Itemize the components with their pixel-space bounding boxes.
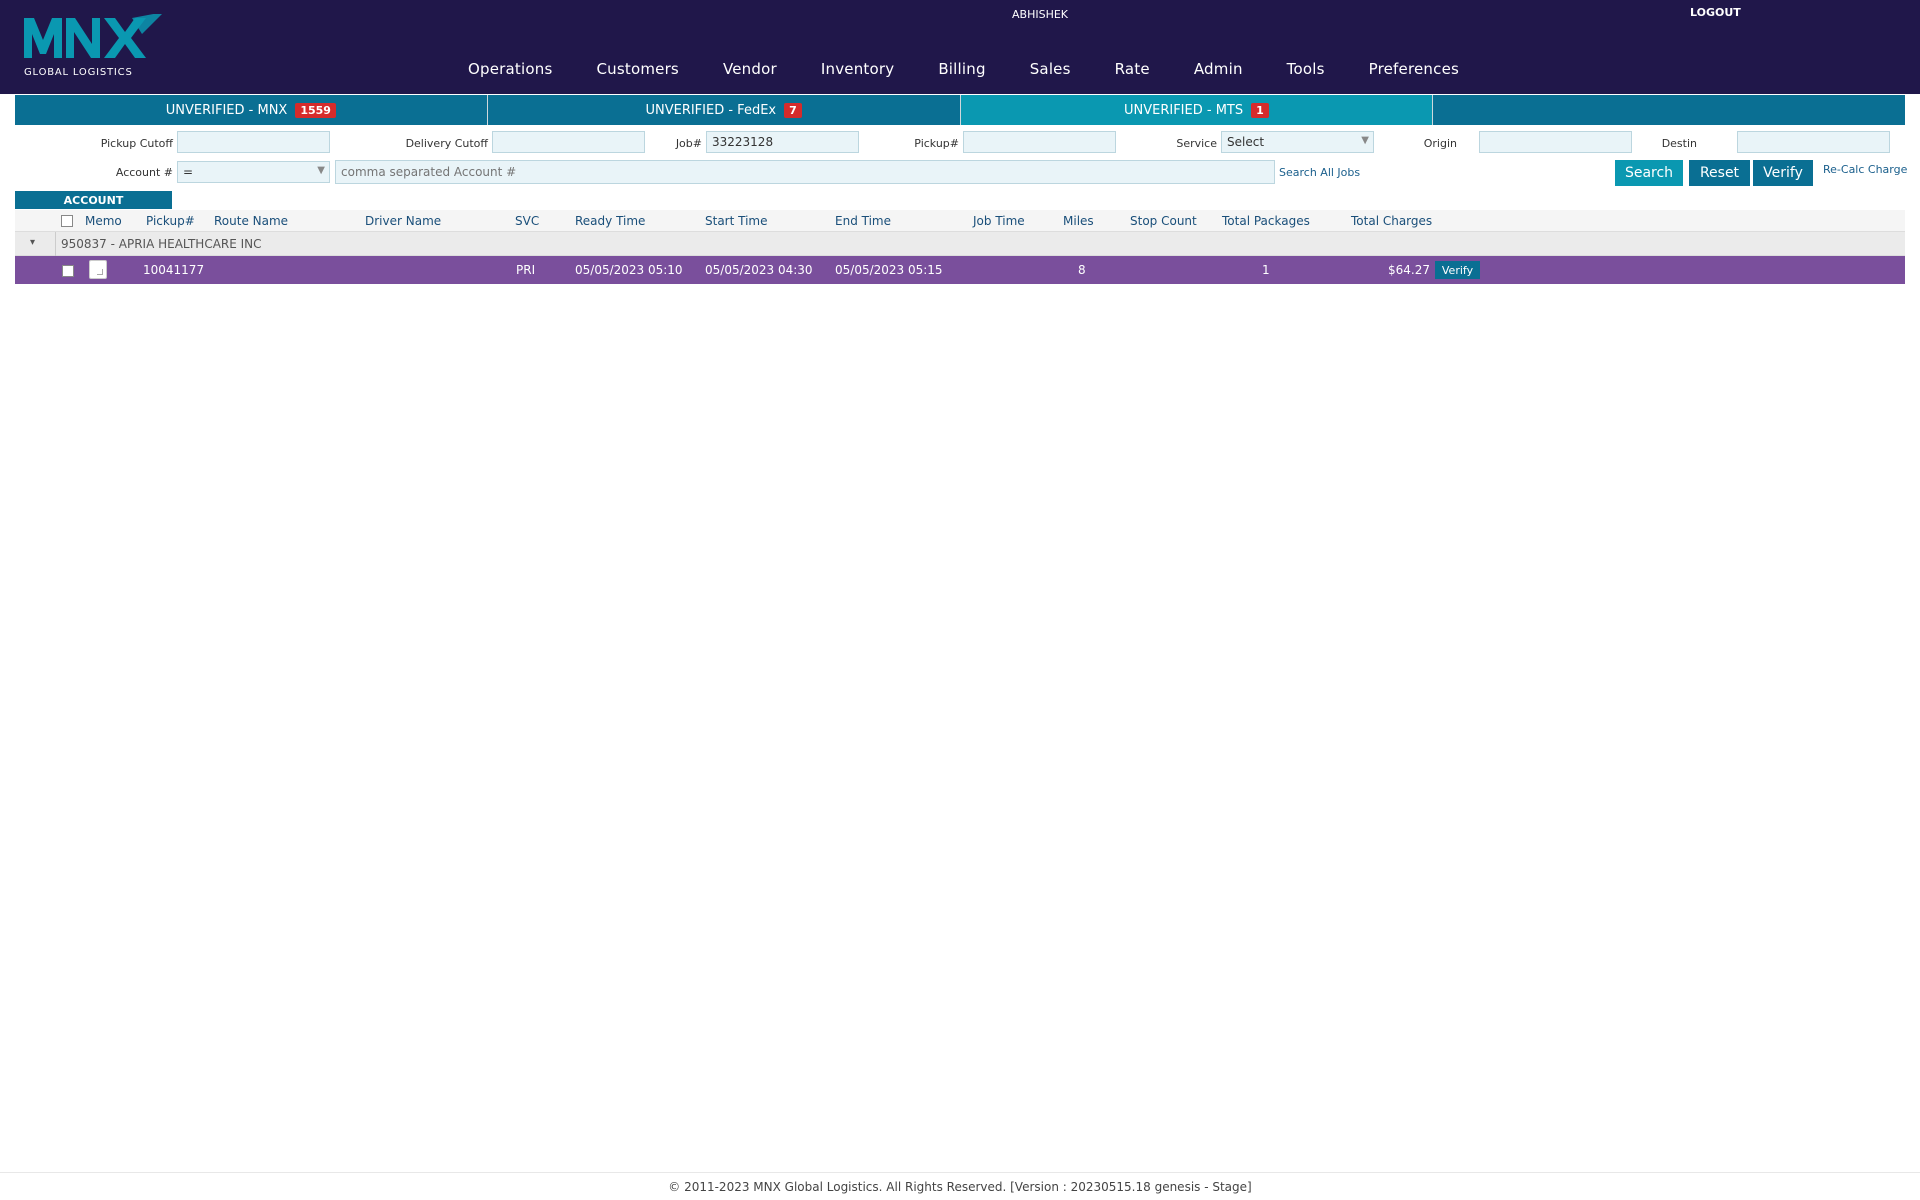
nav-preferences[interactable]: Preferences <box>1369 60 1459 78</box>
service-label: Service <box>1176 137 1217 150</box>
cell-miles: 8 <box>1078 263 1086 277</box>
col-end-time[interactable]: End Time <box>835 214 891 228</box>
grid-header: Memo Pickup# Route Name Driver Name SVC … <box>15 210 1905 232</box>
jobs-grid: Memo Pickup# Route Name Driver Name SVC … <box>15 210 1905 284</box>
footer-divider <box>0 1172 1920 1173</box>
footer-copyright: © 2011-2023 MNX Global Logistics. All Ri… <box>668 1180 1252 1194</box>
cell-total-packages: 1 <box>1262 263 1270 277</box>
col-memo[interactable]: Memo <box>85 214 122 228</box>
select-all-checkbox[interactable] <box>61 215 73 227</box>
service-select-value: Select <box>1227 135 1265 149</box>
cell-pickup: 10041177 <box>143 263 205 277</box>
account-group-row[interactable]: ▾ 950837 - APRIA HEALTHCARE INC <box>15 232 1905 256</box>
pickup-input[interactable] <box>963 131 1116 153</box>
nav-billing[interactable]: Billing <box>938 60 985 78</box>
col-total-charges[interactable]: Total Charges <box>1351 214 1432 228</box>
pickup-cutoff-input[interactable] <box>177 131 330 153</box>
cell-end-time: 05/05/2023 05:15 <box>835 263 943 277</box>
tab-unverified-mts[interactable]: UNVERIFIED - MTS 1 <box>960 95 1434 125</box>
col-stop-count[interactable]: Stop Count <box>1130 214 1197 228</box>
account-number-input[interactable] <box>335 160 1275 184</box>
nav-vendor[interactable]: Vendor <box>723 60 777 78</box>
logo-subtitle: GLOBAL LOGISTICS <box>24 67 133 78</box>
nav-inventory[interactable]: Inventory <box>821 60 894 78</box>
cell-total-charges: $64.27 <box>1388 263 1430 277</box>
destin-input[interactable] <box>1737 131 1890 153</box>
group-divider <box>55 232 56 256</box>
reset-button[interactable]: Reset <box>1689 160 1750 186</box>
col-miles[interactable]: Miles <box>1063 214 1094 228</box>
col-svc[interactable]: SVC <box>515 214 539 228</box>
col-ready-time[interactable]: Ready Time <box>575 214 645 228</box>
col-job-time[interactable]: Job Time <box>973 214 1025 228</box>
col-pickup[interactable]: Pickup# <box>146 214 195 228</box>
job-label: Job# <box>675 137 702 150</box>
delivery-cutoff-input[interactable] <box>492 131 645 153</box>
account-label: Account # <box>115 166 173 179</box>
tab-unverified-mnx[interactable]: UNVERIFIED - MNX 1559 <box>15 95 488 125</box>
tab-count-badge: 1 <box>1251 102 1269 118</box>
cell-svc: PRI <box>516 263 536 277</box>
cell-start-time: 05/05/2023 04:30 <box>705 263 813 277</box>
nav-rate[interactable]: Rate <box>1115 60 1150 78</box>
table-row[interactable]: 10041177 PRI 05/05/2023 05:10 05/05/2023… <box>15 256 1905 284</box>
row-checkbox[interactable] <box>62 265 74 277</box>
group-by-account-chip[interactable]: ACCOUNT <box>15 191 172 209</box>
logout-link[interactable]: LOGOUT <box>1690 6 1741 19</box>
chevron-down-icon: ▼ <box>1361 135 1369 146</box>
tab-unverified-fedex[interactable]: UNVERIFIED - FedEx 7 <box>487 95 961 125</box>
origin-label: Origin <box>1423 137 1457 150</box>
top-header: GLOBAL LOGISTICS ABHISHEK LOGOUT Operati… <box>0 0 1920 94</box>
nav-admin[interactable]: Admin <box>1194 60 1243 78</box>
cell-ready-time: 05/05/2023 05:10 <box>575 263 683 277</box>
pickup-label: Pickup# <box>914 137 959 150</box>
col-total-packages[interactable]: Total Packages <box>1222 214 1310 228</box>
memo-note-icon[interactable] <box>89 260 107 279</box>
recalc-charge-link[interactable]: Re-Calc Charge <box>1823 163 1907 176</box>
group-label: 950837 - APRIA HEALTHCARE INC <box>61 237 262 251</box>
destin-label: Destin <box>1661 137 1697 150</box>
tab-empty[interactable] <box>1433 95 1905 125</box>
account-operator-value: = <box>183 165 194 179</box>
search-all-jobs-link[interactable]: Search All Jobs <box>1279 166 1360 179</box>
col-route-name[interactable]: Route Name <box>214 214 288 228</box>
col-driver-name[interactable]: Driver Name <box>365 214 441 228</box>
nav-customers[interactable]: Customers <box>596 60 678 78</box>
row-verify-button[interactable]: Verify <box>1435 261 1480 279</box>
chevron-down-icon: ▼ <box>317 165 325 176</box>
tab-count-badge: 1559 <box>295 102 336 118</box>
job-input[interactable] <box>706 131 859 153</box>
tab-label: UNVERIFIED - FedEx <box>645 102 777 118</box>
search-button[interactable]: Search <box>1615 160 1683 186</box>
tab-label: UNVERIFIED - MNX <box>165 102 288 118</box>
delivery-cutoff-label: Delivery Cutoff <box>405 137 488 150</box>
service-select[interactable]: Select ▼ <box>1221 131 1374 153</box>
account-operator-select[interactable]: = ▼ <box>177 161 330 183</box>
collapse-caret-icon[interactable]: ▾ <box>30 237 35 248</box>
origin-input[interactable] <box>1479 131 1632 153</box>
user-name: ABHISHEK <box>1012 8 1069 21</box>
pickup-cutoff-label: Pickup Cutoff <box>100 137 173 150</box>
tab-count-badge: 7 <box>784 102 802 118</box>
main-nav: Operations Customers Vendor Inventory Bi… <box>468 60 1503 78</box>
tab-label: UNVERIFIED - MTS <box>1123 102 1244 118</box>
unverified-tabs: UNVERIFIED - MNX 1559 UNVERIFIED - FedEx… <box>15 95 1905 125</box>
verify-button[interactable]: Verify <box>1753 160 1813 186</box>
nav-operations[interactable]: Operations <box>468 60 552 78</box>
nav-sales[interactable]: Sales <box>1030 60 1071 78</box>
nav-tools[interactable]: Tools <box>1287 60 1325 78</box>
col-start-time[interactable]: Start Time <box>705 214 768 228</box>
